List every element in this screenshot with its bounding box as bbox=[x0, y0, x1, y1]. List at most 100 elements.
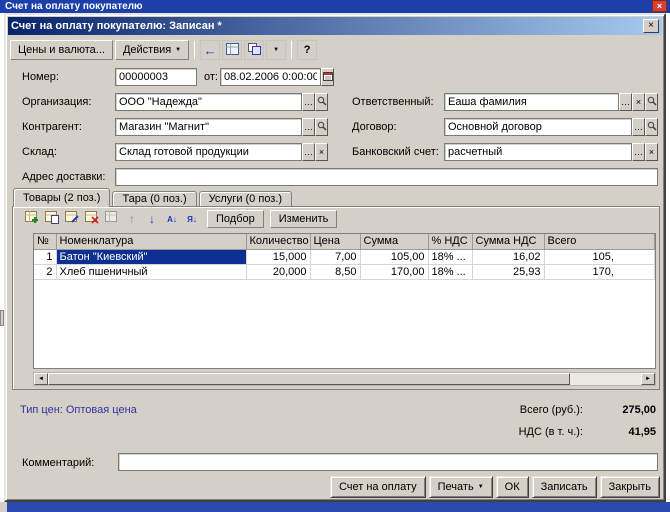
print-label: Печать bbox=[438, 481, 474, 493]
invoice-dialog: Счет на оплату покупателю: Записан * × Ц… bbox=[4, 13, 666, 502]
responsible-input[interactable] bbox=[444, 93, 619, 111]
save-button[interactable]: Записать bbox=[532, 476, 597, 498]
add-row-button[interactable] bbox=[23, 211, 41, 227]
cell-vat-pct[interactable]: 18% ... bbox=[428, 264, 472, 279]
cell-nomenclature[interactable]: Батон "Киевский" bbox=[56, 249, 246, 264]
clear-icon: × bbox=[319, 148, 324, 157]
organization-input[interactable] bbox=[115, 93, 302, 111]
cell-sum[interactable]: 170,00 bbox=[360, 264, 428, 279]
magnifier-icon bbox=[317, 121, 327, 133]
contractor-lookup-button[interactable] bbox=[315, 118, 328, 136]
invoice-button[interactable]: Счет на оплату bbox=[330, 476, 426, 498]
help-button[interactable]: ? bbox=[297, 40, 317, 60]
related-windows-button[interactable] bbox=[244, 40, 264, 60]
cell-quantity[interactable]: 20,000 bbox=[246, 264, 310, 279]
cell-vat-pct[interactable]: 18% ... bbox=[428, 249, 472, 264]
header-quantity[interactable]: Количество bbox=[246, 234, 310, 249]
cell-total[interactable]: 170, bbox=[544, 264, 655, 279]
responsible-lookup-button[interactable] bbox=[645, 93, 658, 111]
cell-quantity[interactable]: 15,000 bbox=[246, 249, 310, 264]
warehouse-clear-button[interactable]: × bbox=[315, 143, 328, 161]
header-total[interactable]: Всего bbox=[544, 234, 655, 249]
move-down-button[interactable]: ↓ bbox=[143, 211, 161, 227]
tab-tare[interactable]: Тара (0 поз.) bbox=[112, 191, 196, 207]
end-edit-button[interactable] bbox=[103, 211, 121, 227]
pick-button[interactable]: Подбор bbox=[207, 210, 264, 228]
ok-button[interactable]: ОК bbox=[496, 476, 529, 498]
date-input[interactable] bbox=[220, 68, 321, 86]
ellipsis-icon: … bbox=[304, 148, 313, 157]
organization-field: … bbox=[115, 93, 328, 111]
cell-vat-sum[interactable]: 25,93 bbox=[472, 264, 544, 279]
bank-account-clear-button[interactable]: × bbox=[645, 143, 658, 161]
bank-account-field: … × bbox=[444, 143, 658, 161]
chevron-down-icon: ▼ bbox=[175, 47, 181, 53]
cell-total[interactable]: 105, bbox=[544, 249, 655, 264]
chevron-down-icon: ▼ bbox=[478, 484, 484, 490]
cell-sum[interactable]: 105,00 bbox=[360, 249, 428, 264]
scrollbar-thumb[interactable] bbox=[48, 373, 570, 385]
delete-row-button[interactable] bbox=[83, 211, 101, 227]
cell-vat-sum[interactable]: 16,02 bbox=[472, 249, 544, 264]
actions-button[interactable]: Действия ▼ bbox=[115, 40, 189, 60]
organization-label: Организация: bbox=[22, 96, 91, 108]
contractor-ellipsis-button[interactable]: … bbox=[302, 118, 315, 136]
sort-asc-icon: А↓ bbox=[167, 215, 177, 224]
warehouse-ellipsis-button[interactable]: … bbox=[302, 143, 315, 161]
values-table-button[interactable] bbox=[222, 40, 242, 60]
edit-button[interactable]: Изменить bbox=[270, 210, 338, 228]
header-price[interactable]: Цена bbox=[310, 234, 360, 249]
ellipsis-icon: … bbox=[634, 148, 643, 157]
scrollbar-track[interactable] bbox=[570, 373, 641, 385]
tab-goods[interactable]: Товары (2 поз.) bbox=[13, 188, 110, 207]
edit-row-button[interactable] bbox=[63, 211, 81, 227]
tab-services[interactable]: Услуги (0 поз.) bbox=[199, 191, 292, 207]
copy-row-button[interactable] bbox=[43, 211, 61, 227]
close-dialog-button[interactable]: Закрыть bbox=[600, 476, 660, 498]
bank-account-ellipsis-button[interactable]: … bbox=[632, 143, 645, 161]
header-vat-sum[interactable]: Сумма НДС bbox=[472, 234, 544, 249]
table-row[interactable]: 2 Хлеб пшеничный 20,000 8,50 170,00 18% … bbox=[34, 264, 655, 279]
responsible-ellipsis-button[interactable]: … bbox=[619, 93, 632, 111]
dialog-titlebar: Счет на оплату покупателю: Записан * × bbox=[8, 17, 662, 35]
scroll-right-button[interactable]: ► bbox=[641, 373, 655, 385]
organization-lookup-button[interactable] bbox=[315, 93, 328, 111]
warehouse-input[interactable] bbox=[115, 143, 302, 161]
move-up-button[interactable]: ↑ bbox=[123, 211, 141, 227]
contract-lookup-button[interactable] bbox=[645, 118, 658, 136]
number-input[interactable] bbox=[115, 68, 197, 86]
table-row[interactable]: 1 Батон "Киевский" 15,000 7,00 105,00 18… bbox=[34, 249, 655, 264]
horizontal-scrollbar[interactable]: ◄ ► bbox=[33, 372, 656, 386]
print-button[interactable]: Печать ▼ bbox=[429, 476, 493, 498]
cell-num[interactable]: 2 bbox=[34, 264, 56, 279]
comment-input[interactable] bbox=[118, 453, 658, 471]
header-num[interactable]: № bbox=[34, 234, 56, 249]
header-vat-pct[interactable]: % НДС bbox=[428, 234, 472, 249]
cell-nomenclature[interactable]: Хлеб пшеничный bbox=[56, 264, 246, 279]
background-close-button[interactable]: × bbox=[652, 0, 667, 12]
add-row-icon bbox=[25, 211, 39, 227]
header-sum[interactable]: Сумма bbox=[360, 234, 428, 249]
contractor-input[interactable] bbox=[115, 118, 302, 136]
close-button[interactable]: × bbox=[643, 19, 659, 33]
calendar-button[interactable] bbox=[321, 68, 334, 86]
toolbar-overflow-button[interactable]: ▼ bbox=[266, 40, 286, 60]
prices-currency-button[interactable]: Цены и валюта... bbox=[10, 40, 113, 60]
bank-account-input[interactable] bbox=[444, 143, 632, 161]
items-table: № Номенклатура Количество Цена Сумма % Н… bbox=[33, 233, 656, 369]
cell-price[interactable]: 7,00 bbox=[310, 249, 360, 264]
total-label: Всего (руб.): bbox=[466, 404, 583, 416]
sort-desc-button[interactable]: Я↓ bbox=[183, 211, 201, 227]
sort-asc-button[interactable]: А↓ bbox=[163, 211, 181, 227]
back-button[interactable]: ← bbox=[200, 40, 220, 60]
scroll-left-button[interactable]: ◄ bbox=[34, 373, 48, 385]
header-nomenclature[interactable]: Номенклатура bbox=[56, 234, 246, 249]
organization-ellipsis-button[interactable]: … bbox=[302, 93, 315, 111]
delivery-address-input[interactable] bbox=[115, 168, 658, 186]
cell-price[interactable]: 8,50 bbox=[310, 264, 360, 279]
cell-num[interactable]: 1 bbox=[34, 249, 56, 264]
contract-ellipsis-button[interactable]: … bbox=[632, 118, 645, 136]
price-type-text[interactable]: Тип цен: Оптовая цена bbox=[20, 404, 137, 416]
responsible-clear-button[interactable]: × bbox=[632, 93, 645, 111]
contract-input[interactable] bbox=[444, 118, 632, 136]
